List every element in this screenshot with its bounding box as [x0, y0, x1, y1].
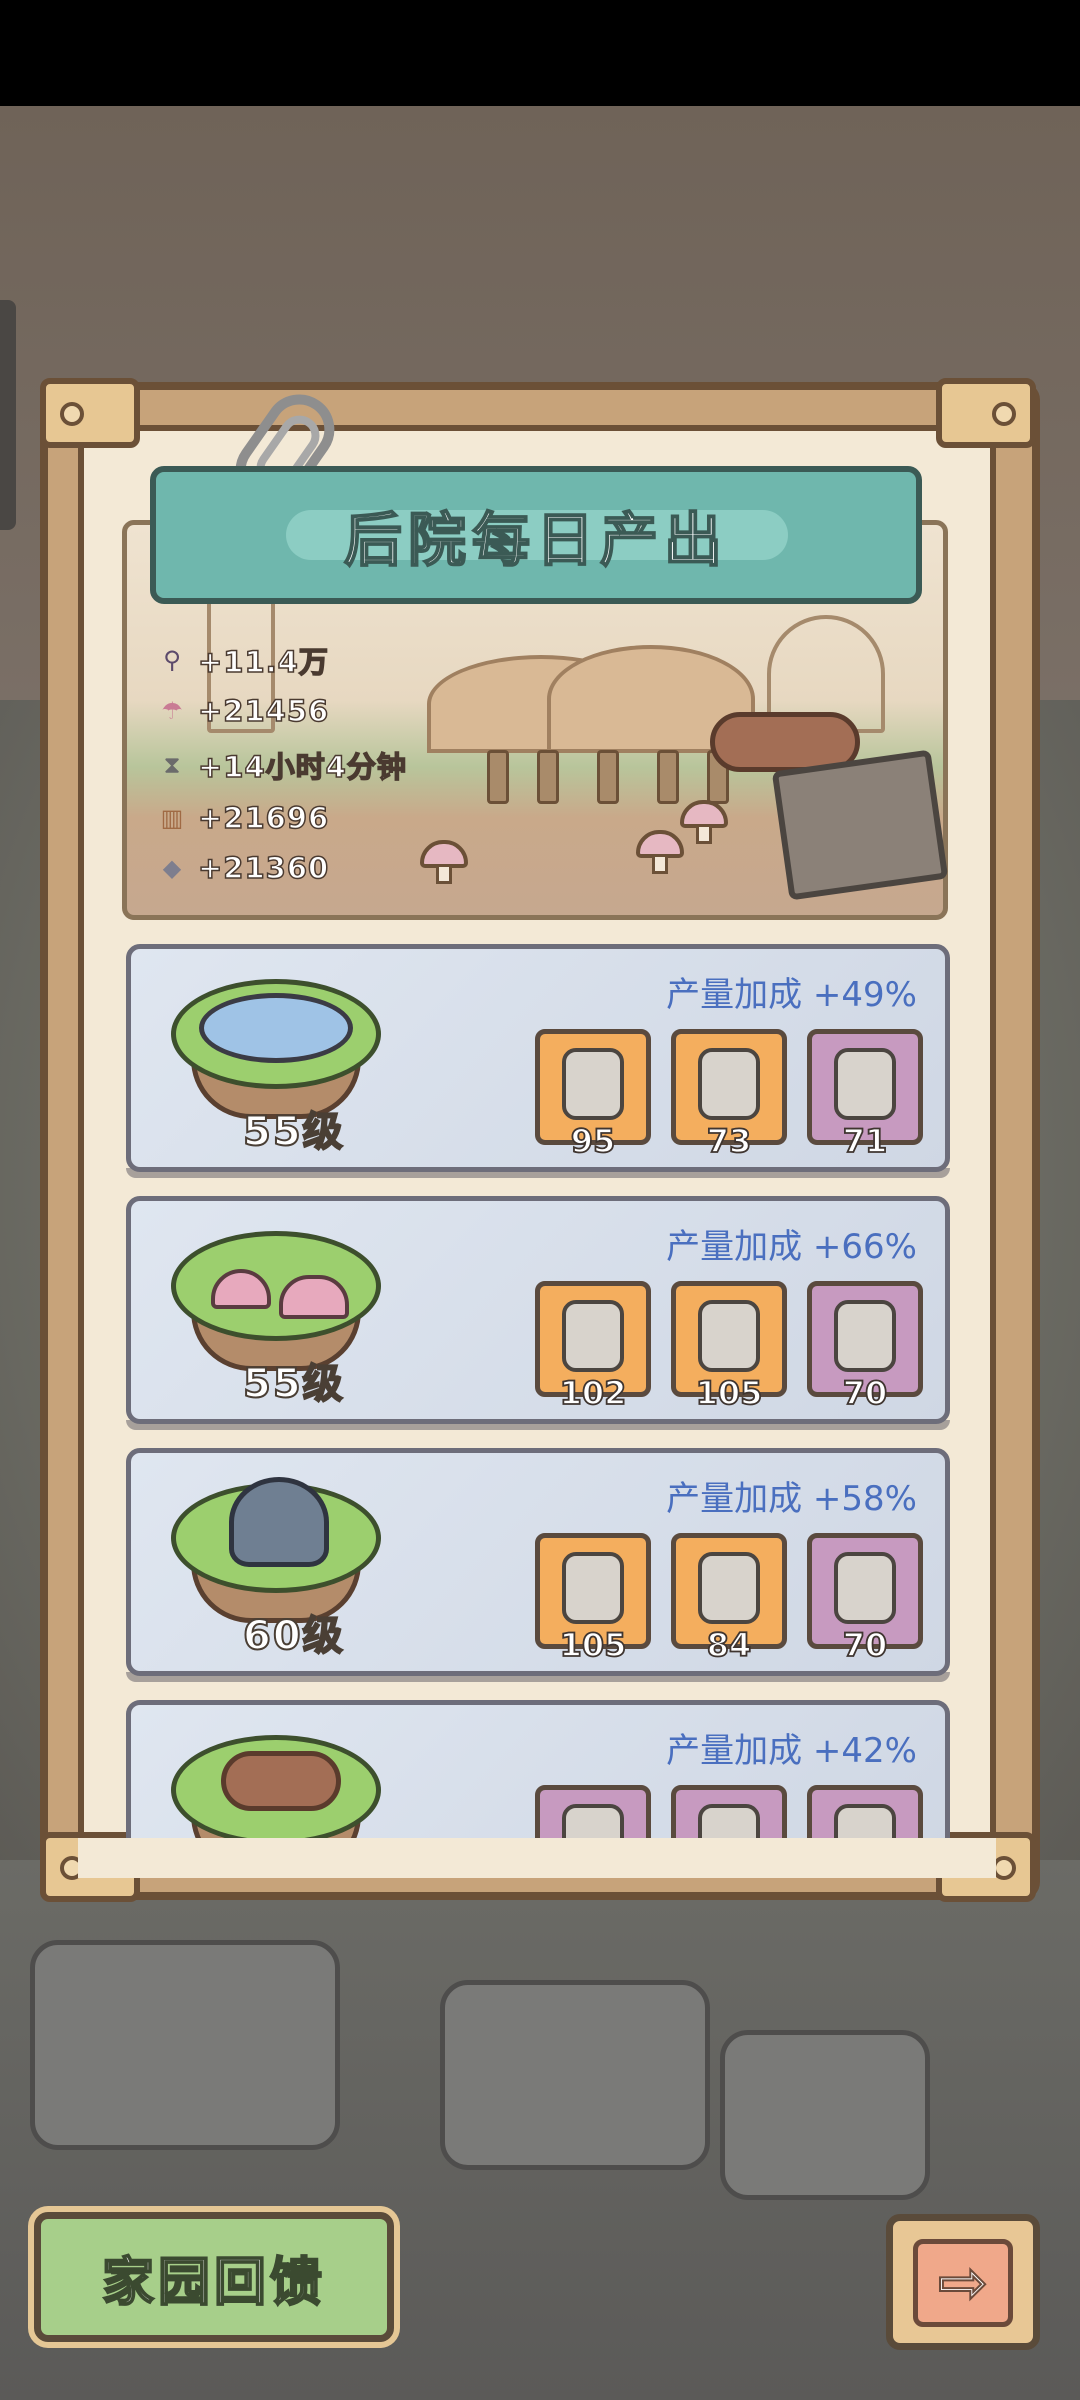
- arrow-right-icon: ⇨: [913, 2239, 1013, 2327]
- magnifier-icon: ⚲: [163, 646, 181, 674]
- frame-corner: [40, 378, 140, 448]
- side-drawer-handle[interactable]: [0, 300, 16, 530]
- bronze-bell-icon: [834, 1048, 896, 1120]
- artifact-count: 105: [559, 1625, 628, 1665]
- stat-value: +21360: [197, 850, 330, 886]
- artifact-slot[interactable]: 70: [807, 1281, 923, 1413]
- stat-value: +21456: [197, 693, 330, 729]
- facility-card-pond[interactable]: 产量加成 +49% 55级 95 73 71: [126, 944, 950, 1172]
- artifact-count: 71: [842, 1121, 888, 1161]
- production-bonus: 产量加成 +58%: [666, 1479, 917, 1519]
- artifact-count: 70: [842, 1373, 888, 1413]
- mushroom-decoration: [420, 840, 468, 884]
- frame-corner: [936, 378, 1036, 448]
- facility-card-mushroom-farm[interactable]: 产量加成 +66% 55级 102 105 70: [126, 1196, 950, 1424]
- facility-card-workshop[interactable]: 产量加成 +58% 60级 105 84 70: [126, 1448, 950, 1676]
- artifact-count: 84: [706, 1625, 752, 1665]
- artifact-slot[interactable]: 105: [535, 1533, 651, 1665]
- lumber-yard-island-image: [171, 1735, 381, 1850]
- mushroom-decoration: [680, 800, 728, 844]
- production-bonus: 产量加成 +49%: [666, 975, 917, 1015]
- artifact-count: 95: [570, 1121, 616, 1161]
- stat-row-wood: ▥ +21696: [156, 800, 329, 836]
- buddha-statue-icon: [562, 1048, 624, 1120]
- trophy-cup-icon: [834, 1552, 896, 1624]
- mushroom-decoration: [636, 830, 684, 874]
- artifact-slot[interactable]: 70: [807, 1533, 923, 1665]
- rock-decoration: [720, 2030, 930, 2200]
- scroll-icon: [698, 1552, 760, 1624]
- stat-value: +21696: [197, 800, 330, 836]
- production-bonus: 产量加成 +42%: [666, 1731, 917, 1771]
- stat-row-coins: ⚲ +11.4万: [156, 642, 329, 680]
- page-title: 后院每日产出: [343, 505, 728, 575]
- artifact-slot[interactable]: 73: [671, 1029, 787, 1161]
- mushroom-icon: ☂: [161, 697, 183, 725]
- facility-level: 55级: [242, 1108, 345, 1156]
- facility-level: 55级: [242, 1360, 345, 1408]
- artifact-slot[interactable]: 95: [535, 1029, 651, 1161]
- wood-icon: ▥: [160, 804, 184, 832]
- home-feedback-button[interactable]: 家园回馈: [34, 2212, 394, 2342]
- ore-crate-decoration: [771, 749, 949, 901]
- stat-value: +14小时4分钟: [197, 749, 407, 785]
- hourglass-icon: ⧗: [163, 751, 181, 779]
- spinning-top-icon: [834, 1300, 896, 1372]
- stone-icon: ◆: [162, 854, 182, 882]
- artifact-slot[interactable]: 84: [671, 1533, 787, 1665]
- artifact-count: 73: [706, 1121, 752, 1161]
- goblet-icon: [698, 1048, 760, 1120]
- production-bonus: 产量加成 +66%: [666, 1227, 917, 1267]
- stat-value: +11.4万: [197, 644, 329, 680]
- robot-device-icon: [562, 1552, 624, 1624]
- artifact-slot[interactable]: 105: [671, 1281, 787, 1413]
- facility-level: 60级: [242, 1612, 345, 1660]
- artifact-count: 70: [842, 1625, 888, 1665]
- artifact-count: 102: [559, 1373, 628, 1413]
- ancient-book-icon: [562, 1300, 624, 1372]
- next-button[interactable]: ⇨: [886, 2214, 1040, 2350]
- rock-decoration: [30, 1940, 340, 2150]
- stat-row-time: ⧗ +14小时4分钟: [156, 747, 407, 785]
- rock-decoration: [440, 1980, 710, 2170]
- artifact-slot[interactable]: 102: [535, 1281, 651, 1413]
- portrait-book-icon: [698, 1300, 760, 1372]
- status-bar: [0, 0, 1080, 106]
- home-feedback-label: 家园回馈: [101, 2252, 326, 2314]
- stat-row-stone: ◆ +21360: [156, 850, 329, 886]
- panel-bottom-edge: [78, 1838, 996, 1878]
- facility-card-lumber-yard[interactable]: 产量加成 +42%: [126, 1700, 950, 1850]
- artifact-slot[interactable]: 71: [807, 1029, 923, 1161]
- artifact-count: 105: [695, 1373, 764, 1413]
- stat-row-mushroom: ☂ +21456: [156, 693, 329, 729]
